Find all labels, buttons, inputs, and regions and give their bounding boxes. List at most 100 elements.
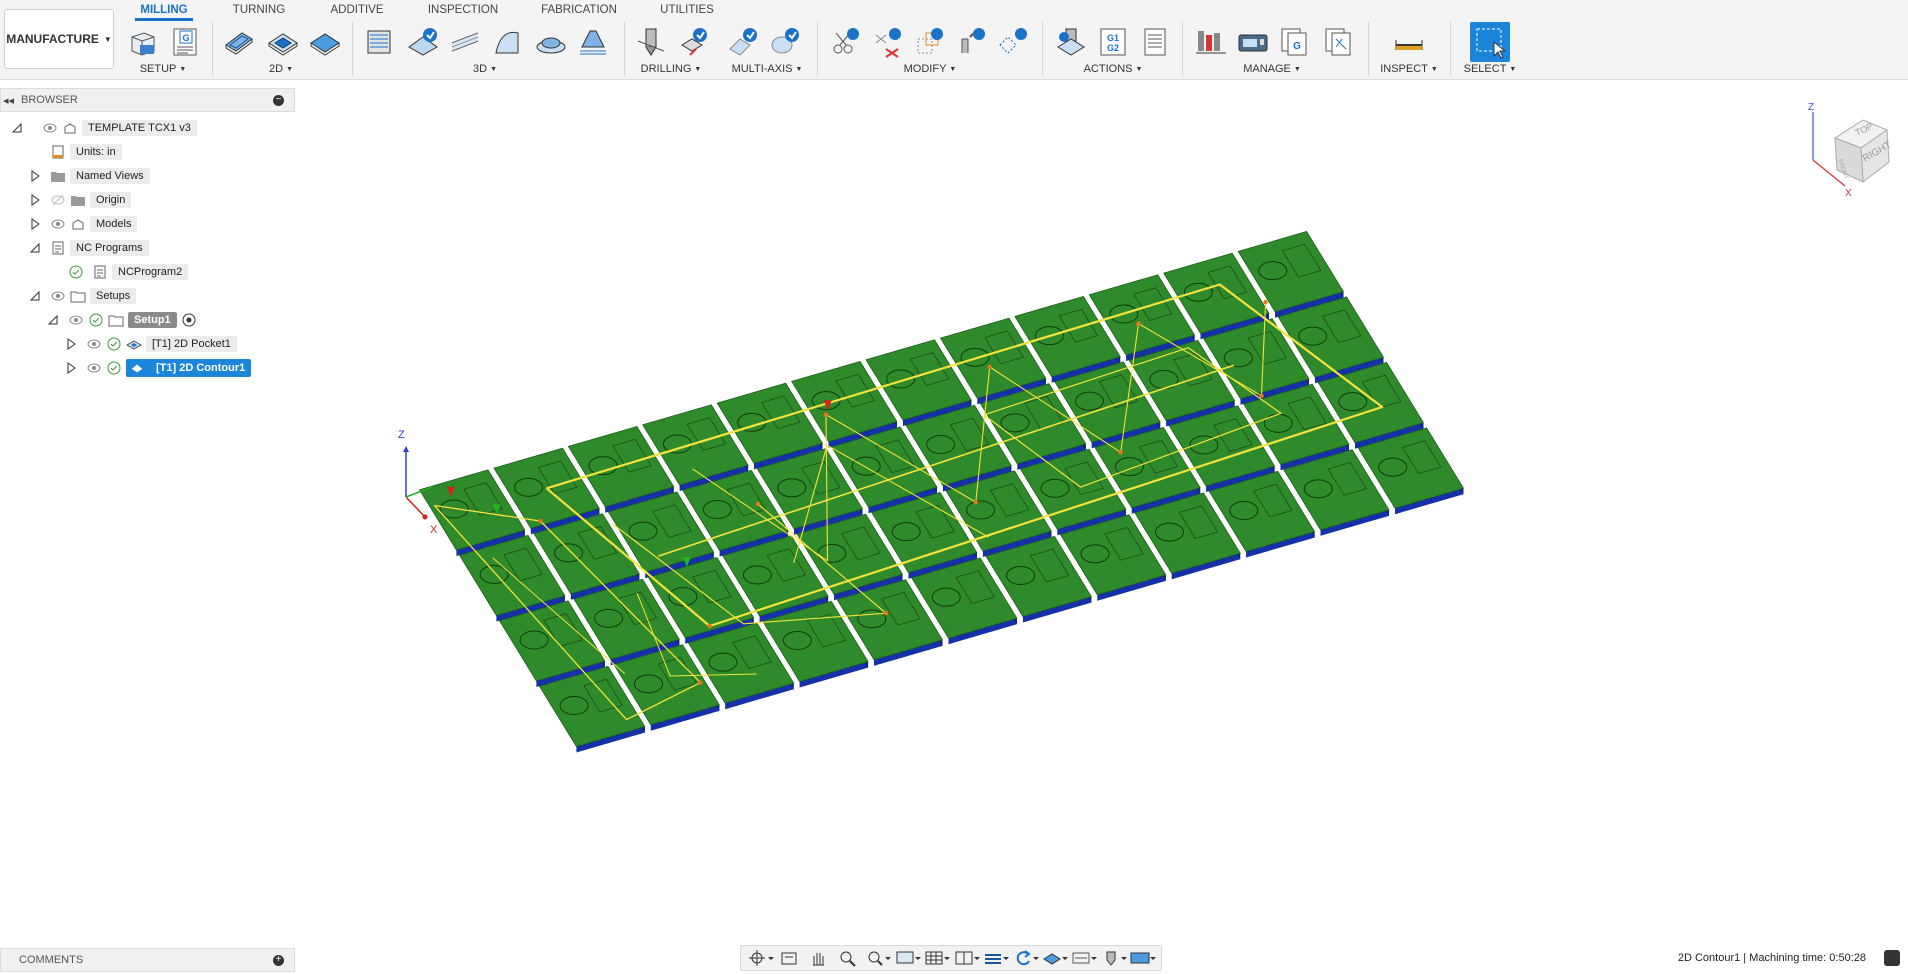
expanded-arrow-icon[interactable]: [10, 121, 24, 135]
3d-viewport[interactable]: ZX TOP RIGHT FRONT Z X: [300, 80, 1908, 940]
post-process-icon[interactable]: G1 G2: [1096, 25, 1130, 59]
expanded-arrow-icon[interactable]: [28, 289, 42, 303]
tab-fabrication[interactable]: FABRICATION: [538, 0, 620, 20]
2d-pocket-icon[interactable]: [266, 25, 300, 59]
zoom-icon[interactable]: [834, 948, 862, 968]
pan-hand-icon[interactable]: [805, 948, 833, 968]
expanded-arrow-icon[interactable]: [46, 313, 60, 327]
contour-3d-icon[interactable]: [534, 25, 568, 59]
parallel-icon[interactable]: [490, 25, 524, 59]
layers-icon[interactable]: [981, 948, 1010, 968]
tree-item-origin[interactable]: Origin: [28, 190, 132, 210]
hole-recognition-icon[interactable]: [676, 25, 710, 59]
simulate-icon[interactable]: [1054, 25, 1088, 59]
refresh-icon[interactable]: [1011, 948, 1039, 968]
face-icon[interactable]: [308, 25, 342, 59]
template-library-icon[interactable]: [1322, 25, 1356, 59]
manage-menu[interactable]: MANAGE ▼: [1240, 63, 1304, 75]
visibility-eye-icon[interactable]: [86, 336, 102, 352]
collapsed-arrow-icon[interactable]: [64, 361, 78, 375]
tree-item-2d-contour1[interactable]: [T1] 2D Contour1: [64, 358, 252, 378]
visibility-eye-icon[interactable]: [68, 312, 84, 328]
toolpath-display-icon[interactable]: [1069, 948, 1098, 968]
expanded-arrow-icon[interactable]: [28, 241, 42, 255]
look-at-icon[interactable]: [775, 948, 803, 968]
tool-library-icon[interactable]: [1194, 25, 1228, 59]
tree-item-nc-programs[interactable]: NC Programs: [28, 238, 149, 258]
fit-zoom-icon[interactable]: [863, 948, 892, 968]
setup-menu[interactable]: SETUP ▼: [130, 63, 196, 75]
2d-menu[interactable]: 2D ▼: [266, 63, 296, 75]
edit-notes-icon[interactable]: [996, 25, 1030, 59]
tab-milling[interactable]: MILLING: [135, 0, 193, 21]
3d-menu[interactable]: 3D ▼: [470, 63, 500, 75]
select-icon[interactable]: [1470, 22, 1510, 62]
visibility-eye-icon[interactable]: [42, 120, 58, 136]
collapsed-arrow-icon[interactable]: [28, 193, 42, 207]
select-menu[interactable]: SELECT ▼: [1460, 63, 1520, 75]
actions-label: ACTIONS: [1083, 63, 1133, 75]
tree-item-setups[interactable]: Setups: [28, 286, 137, 306]
move-toolpath-icon[interactable]: [912, 25, 946, 59]
drilling-menu[interactable]: DRILLING ▼: [636, 63, 706, 75]
trim-toolpath-icon[interactable]: [828, 25, 862, 59]
tree-item-ncprogram2[interactable]: NCProgram2: [68, 262, 189, 282]
inspect-menu[interactable]: INSPECT ▼: [1378, 63, 1440, 75]
post-library-icon[interactable]: G: [1278, 25, 1312, 59]
visibility-eye-icon[interactable]: [50, 288, 66, 304]
comments-panel[interactable]: COMMENTS +: [0, 948, 295, 972]
rapid-move-marker: [1259, 393, 1264, 399]
toolpath-scene[interactable]: ZX: [300, 80, 1908, 940]
edit-tool-icon[interactable]: [954, 25, 988, 59]
browser-options-icon[interactable]: −: [273, 95, 284, 106]
delete-toolpath-icon[interactable]: [870, 25, 904, 59]
collapsed-arrow-icon[interactable]: [28, 169, 42, 183]
tab-inspection[interactable]: INSPECTION: [424, 0, 502, 20]
display-settings-icon[interactable]: [893, 948, 921, 968]
machine-display-icon[interactable]: [1128, 948, 1157, 968]
actions-menu[interactable]: ACTIONS ▼: [1082, 63, 1144, 75]
folder-icon: [51, 172, 65, 182]
visibility-eye-icon[interactable]: [50, 216, 66, 232]
orbit-icon[interactable]: [746, 948, 774, 968]
grid-icon[interactable]: [922, 948, 951, 968]
collapsed-arrow-icon[interactable]: [64, 337, 78, 351]
add-comment-icon[interactable]: +: [273, 955, 284, 966]
tree-item-models[interactable]: Models: [28, 214, 138, 234]
tree-item-2d-pocket1[interactable]: [T1] 2D Pocket1: [64, 334, 237, 354]
tree-item-units[interactable]: Units: in: [50, 142, 122, 162]
tool-display-icon[interactable]: [1099, 948, 1127, 968]
tree-item-setup1[interactable]: Setup1: [46, 310, 201, 330]
stock-display-icon[interactable]: [1040, 948, 1068, 968]
3d-adaptive-icon[interactable]: [362, 25, 396, 59]
viewports-icon[interactable]: [952, 948, 980, 968]
tab-additive[interactable]: ADDITIVE: [326, 0, 388, 20]
collapsed-arrow-icon[interactable]: [28, 217, 42, 231]
drill-icon[interactable]: [634, 25, 668, 59]
2d-adaptive-icon[interactable]: [222, 25, 256, 59]
collapse-panel-icon[interactable]: ◂◂: [3, 94, 19, 107]
measure-icon[interactable]: [1392, 25, 1426, 59]
tree-item-named-views[interactable]: Named Views: [28, 166, 150, 186]
horizontal-icon[interactable]: [576, 25, 610, 59]
tree-item-root[interactable]: TEMPLATE TCX1 v3: [10, 118, 197, 138]
hidden-eye-icon[interactable]: [50, 192, 66, 208]
active-setup-radio-icon[interactable]: [181, 312, 197, 328]
setup-sheet-icon[interactable]: [1138, 25, 1172, 59]
viewcube[interactable]: TOP RIGHT FRONT Z X: [1805, 100, 1905, 200]
modify-menu[interactable]: MODIFY ▼: [902, 63, 958, 75]
triad-x-dot: [422, 514, 428, 520]
rotary-icon[interactable]: [768, 25, 802, 59]
workspace-switcher[interactable]: MANUFACTURE ▼: [4, 9, 114, 69]
tab-utilities[interactable]: UTILITIES: [656, 0, 718, 20]
tab-turning[interactable]: TURNING: [228, 0, 290, 20]
multi-axis-menu[interactable]: MULTI-AXIS ▼: [730, 63, 804, 75]
pocket-clearing-icon[interactable]: [406, 25, 440, 59]
new-setup-icon[interactable]: [126, 25, 160, 59]
nc-program-icon[interactable]: G: [168, 25, 202, 59]
swarf-icon[interactable]: [726, 25, 760, 59]
machine-library-icon[interactable]: [1236, 25, 1270, 59]
visibility-eye-icon[interactable]: [86, 360, 102, 376]
notification-icon[interactable]: [1884, 950, 1900, 966]
steep-and-shallow-icon[interactable]: [448, 25, 482, 59]
